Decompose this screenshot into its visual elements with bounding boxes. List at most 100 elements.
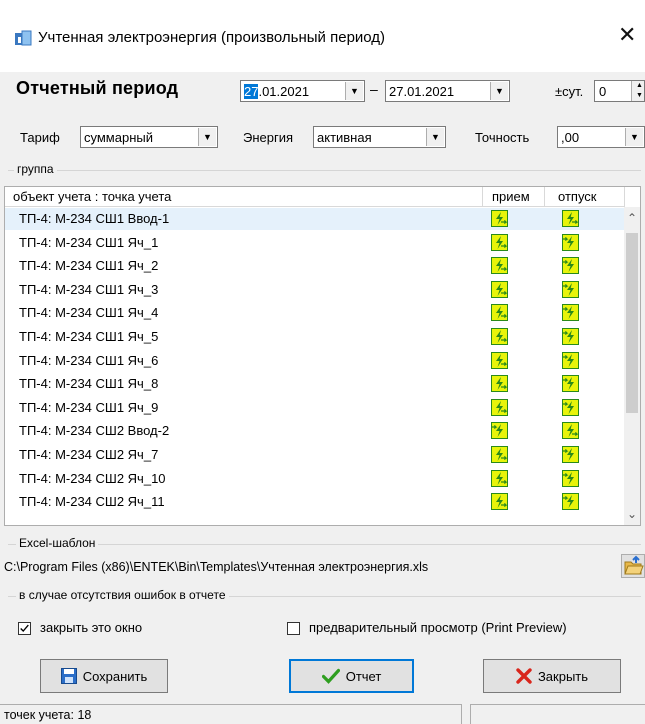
table-row[interactable]: ТП-4: М-234 СШ1 Ввод-1 xyxy=(5,208,625,230)
table-scrollbar[interactable]: ⌃ ⌄ xyxy=(624,207,640,525)
window-title: Учтенная электроэнергия (произвольный пе… xyxy=(38,29,386,46)
col-header-object[interactable]: объект учета : точка учета xyxy=(5,187,483,207)
tariff-label: Тариф xyxy=(20,130,60,145)
table-row[interactable]: ТП-4: М-234 СШ2 Яч_7 xyxy=(5,444,625,466)
check-icon xyxy=(321,668,340,684)
send-energy-icon[interactable] xyxy=(562,233,579,251)
send-energy-icon[interactable] xyxy=(562,469,579,487)
receive-energy-icon[interactable] xyxy=(491,422,508,440)
precision-dropdown-icon[interactable]: ▼ xyxy=(625,128,643,146)
row-object-name: ТП-4: М-234 СШ1 Яч_1 xyxy=(19,234,159,250)
receive-energy-icon[interactable] xyxy=(491,469,508,487)
table-row[interactable]: ТП-4: М-234 СШ2 Ввод-2 xyxy=(5,420,625,442)
excel-path: C:\Program Files (x86)\ENTEK\Bin\Templat… xyxy=(4,560,429,574)
days-value: 0 xyxy=(599,84,607,99)
send-energy-icon[interactable] xyxy=(562,398,579,416)
table-row[interactable]: ТП-4: М-234 СШ1 Яч_4 xyxy=(5,302,625,324)
table-row[interactable]: ТП-4: М-234 СШ1 Яч_3 xyxy=(5,279,625,301)
row-object-name: ТП-4: М-234 СШ2 Яч_11 xyxy=(19,494,165,510)
date-from-day: 27 xyxy=(244,84,259,99)
send-energy-icon[interactable] xyxy=(562,257,579,275)
energy-select[interactable]: активная ▼ xyxy=(313,126,446,148)
receive-energy-icon[interactable] xyxy=(491,328,508,345)
precision-label: Точность xyxy=(475,130,530,145)
receive-energy-icon[interactable] xyxy=(491,398,508,416)
receive-energy-icon[interactable] xyxy=(491,375,508,393)
send-energy-icon[interactable] xyxy=(562,351,579,369)
table-row[interactable]: ТП-4: М-234 СШ1 Яч_1 xyxy=(5,232,625,254)
row-object-name: ТП-4: М-234 СШ1 Ввод-1 xyxy=(19,211,170,226)
energy-dropdown-icon[interactable]: ▼ xyxy=(426,128,444,146)
table-row[interactable]: ТП-4: М-234 СШ2 Яч_10 xyxy=(5,468,625,490)
print-preview-checkbox[interactable] xyxy=(287,622,300,635)
close-window-icon[interactable]: ✕ xyxy=(618,23,636,47)
send-energy-icon[interactable] xyxy=(562,280,579,298)
table-row[interactable]: ТП-4: М-234 СШ2 Яч_11 xyxy=(5,491,625,513)
row-object-name: ТП-4: М-234 СШ1 Яч_9 xyxy=(19,399,159,415)
col-header-receive[interactable]: прием xyxy=(483,187,545,207)
checkmark-icon xyxy=(20,624,29,633)
send-energy-icon[interactable] xyxy=(562,422,579,440)
send-energy-icon[interactable] xyxy=(562,210,579,227)
row-object-name: ТП-4: М-234 СШ2 Ввод-2 xyxy=(19,423,170,439)
report-label: Отчет xyxy=(345,668,382,684)
date-from-picker[interactable]: 27.01.2021 ▼ xyxy=(240,80,365,102)
tariff-dropdown-icon[interactable]: ▼ xyxy=(198,128,216,146)
date-from-dropdown-icon[interactable]: ▼ xyxy=(345,82,363,100)
precision-select[interactable]: ,00 ▼ xyxy=(557,126,645,148)
row-object-name: ТП-4: М-234 СШ1 Яч_8 xyxy=(19,376,159,392)
excel-divider xyxy=(8,544,641,545)
open-folder-icon[interactable] xyxy=(621,554,645,578)
row-object-name: ТП-4: М-234 СШ1 Яч_5 xyxy=(19,329,159,344)
row-object-name: ТП-4: М-234 СШ2 Яч_7 xyxy=(19,447,159,462)
receive-energy-icon[interactable] xyxy=(491,280,508,298)
print-preview-label[interactable]: предварительный просмотр (Print Preview) xyxy=(309,620,567,635)
days-spinner[interactable]: 0 ▲ ▼ xyxy=(594,80,645,102)
excel-title: Excel-шаблон xyxy=(16,536,99,550)
group-divider xyxy=(8,170,641,171)
close-window-label[interactable]: закрыть это окно xyxy=(40,620,142,635)
row-object-name: ТП-4: М-234 СШ1 Яч_6 xyxy=(19,352,159,368)
table-row[interactable]: ТП-4: М-234 СШ1 Яч_8 xyxy=(5,373,625,395)
date-to-picker[interactable]: 27.01.2021 ▼ xyxy=(385,80,510,102)
status-pane-extra xyxy=(470,704,645,724)
metering-points-table: объект учета : точка учета прием отпуск … xyxy=(4,186,641,526)
group-title: группа xyxy=(14,162,57,176)
period-label: Отчетный период xyxy=(16,78,179,98)
app-icon xyxy=(15,30,32,46)
errors-title: в случае отсутствия ошибок в отчете xyxy=(16,588,229,602)
date-to-value: 27.01.2021 xyxy=(389,84,455,99)
spin-arrows-icon[interactable]: ▲ ▼ xyxy=(631,81,644,101)
receive-energy-icon[interactable] xyxy=(491,493,508,511)
receive-energy-icon[interactable] xyxy=(491,233,508,251)
send-energy-icon[interactable] xyxy=(562,446,579,463)
close-window-checkbox[interactable] xyxy=(18,622,31,635)
send-energy-icon[interactable] xyxy=(562,328,579,345)
receive-energy-icon[interactable] xyxy=(491,257,508,275)
close-label: Закрыть xyxy=(537,668,589,684)
row-object-name: ТП-4: М-234 СШ1 Яч_4 xyxy=(19,305,159,321)
scroll-up-icon[interactable]: ⌃ xyxy=(627,211,637,225)
table-row[interactable]: ТП-4: М-234 СШ1 Яч_9 xyxy=(5,397,625,419)
table-row[interactable]: ТП-4: М-234 СШ1 Яч_6 xyxy=(5,350,625,372)
date-to-dropdown-icon[interactable]: ▼ xyxy=(490,82,508,100)
energy-value: активная xyxy=(317,130,372,145)
tariff-select[interactable]: суммарный ▼ xyxy=(80,126,218,148)
scroll-thumb[interactable] xyxy=(626,233,638,413)
send-energy-icon[interactable] xyxy=(562,304,579,322)
precision-value: ,00 xyxy=(561,130,580,145)
save-label: Сохранить xyxy=(82,668,148,684)
col-header-send[interactable]: отпуск xyxy=(545,187,625,207)
receive-energy-icon[interactable] xyxy=(491,210,508,227)
close-button[interactable]: Закрыть xyxy=(483,659,621,693)
receive-energy-icon[interactable] xyxy=(491,304,508,322)
send-energy-icon[interactable] xyxy=(562,375,579,393)
save-button[interactable]: Сохранить xyxy=(40,659,168,693)
receive-energy-icon[interactable] xyxy=(491,351,508,369)
scroll-down-icon[interactable]: ⌄ xyxy=(627,507,637,521)
table-row[interactable]: ТП-4: М-234 СШ1 Яч_2 xyxy=(5,255,625,277)
send-energy-icon[interactable] xyxy=(562,493,579,511)
report-button[interactable]: Отчет xyxy=(289,659,414,693)
table-row[interactable]: ТП-4: М-234 СШ1 Яч_5 xyxy=(5,326,625,348)
receive-energy-icon[interactable] xyxy=(491,446,508,463)
